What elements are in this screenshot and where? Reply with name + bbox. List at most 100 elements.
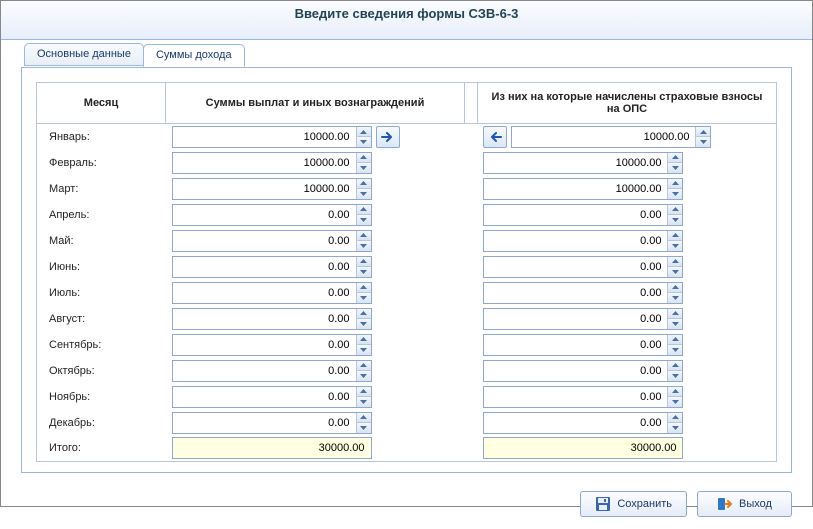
spin-up[interactable] (357, 309, 371, 320)
spin-up[interactable] (357, 153, 371, 164)
insurance-input[interactable] (484, 231, 667, 251)
payments-input[interactable] (173, 413, 356, 433)
spin-down[interactable] (357, 319, 371, 329)
spin-down[interactable] (357, 293, 371, 303)
insurance-input[interactable] (484, 257, 667, 277)
insurance-input[interactable] (484, 153, 667, 173)
insurance-input[interactable] (484, 179, 667, 199)
payments-input[interactable] (173, 283, 356, 303)
copy-right-button[interactable] (376, 126, 400, 148)
spin-down[interactable] (668, 293, 682, 303)
total-label: Итого: (37, 436, 166, 462)
spin-down[interactable] (668, 397, 682, 407)
copy-left-button[interactable] (483, 126, 507, 148)
spin-up[interactable] (668, 361, 682, 372)
spin-down[interactable] (668, 215, 682, 225)
spin-up[interactable] (668, 335, 682, 346)
spin-up[interactable] (357, 361, 371, 372)
tab-main-data[interactable]: Основные данные (24, 43, 144, 66)
spin-up[interactable] (357, 283, 371, 294)
save-button[interactable]: Сохранить (580, 491, 687, 517)
spin-up[interactable] (696, 127, 710, 138)
insurance-input[interactable] (484, 205, 667, 225)
payments-input[interactable] (173, 257, 356, 277)
arrow-left-icon (488, 132, 502, 142)
spin-down[interactable] (668, 241, 682, 251)
income-table: Месяц Суммы выплат и иных вознаграждений… (36, 82, 777, 462)
spin-down[interactable] (357, 189, 371, 199)
spin-up[interactable] (357, 335, 371, 346)
spin-up[interactable] (668, 387, 682, 398)
payments-cell (166, 150, 465, 176)
spinner-buttons (667, 283, 682, 303)
spin-down[interactable] (668, 423, 682, 433)
spin-up[interactable] (357, 179, 371, 190)
spin-down[interactable] (357, 267, 371, 277)
insurance-input[interactable] (484, 361, 667, 381)
tab-sums-label: Суммы дохода (156, 49, 232, 61)
spin-down[interactable] (357, 241, 371, 251)
spin-down[interactable] (357, 371, 371, 381)
payments-input[interactable] (173, 205, 356, 225)
spin-down[interactable] (696, 137, 710, 147)
spin-up[interactable] (357, 257, 371, 268)
spin-up[interactable] (357, 413, 371, 424)
insurance-input[interactable] (512, 127, 695, 147)
spin-down[interactable] (357, 215, 371, 225)
spin-down[interactable] (357, 163, 371, 173)
spin-down[interactable] (357, 397, 371, 407)
month-label: Июнь: (37, 254, 166, 280)
spin-down[interactable] (668, 371, 682, 381)
header-divider (464, 83, 477, 124)
spin-up[interactable] (668, 231, 682, 242)
payments-spinner (172, 152, 372, 174)
month-label: Май: (37, 228, 166, 254)
payments-cell (166, 384, 465, 410)
spinner-buttons (667, 231, 682, 251)
payments-input[interactable] (173, 387, 356, 407)
insurance-input[interactable] (484, 413, 667, 433)
spin-up[interactable] (668, 179, 682, 190)
payments-input[interactable] (173, 153, 356, 173)
spin-up[interactable] (668, 283, 682, 294)
spin-up[interactable] (668, 413, 682, 424)
table-row: Апрель: (37, 202, 777, 228)
payments-input[interactable] (173, 309, 356, 329)
table-row: Январь: (37, 124, 777, 150)
table-row: Июль: (37, 280, 777, 306)
spin-up[interactable] (668, 205, 682, 216)
spinner-buttons (356, 179, 371, 199)
insurance-input[interactable] (484, 335, 667, 355)
payments-input[interactable] (173, 127, 356, 147)
payments-input[interactable] (173, 179, 356, 199)
insurance-input[interactable] (484, 387, 667, 407)
exit-button[interactable]: Выход (697, 491, 792, 517)
spin-down[interactable] (357, 423, 371, 433)
divider (464, 228, 477, 254)
payments-input[interactable] (173, 231, 356, 251)
divider (464, 254, 477, 280)
spin-down[interactable] (357, 137, 371, 147)
payments-input[interactable] (173, 361, 356, 381)
spinner-buttons (356, 335, 371, 355)
spin-up[interactable] (668, 153, 682, 164)
spin-down[interactable] (357, 345, 371, 355)
spin-down[interactable] (668, 189, 682, 199)
payments-input[interactable] (173, 335, 356, 355)
payments-cell (166, 124, 465, 150)
spin-up[interactable] (357, 387, 371, 398)
spin-down[interactable] (668, 345, 682, 355)
insurance-input[interactable] (484, 283, 667, 303)
tab-income-sums[interactable]: Суммы дохода (143, 44, 245, 67)
spin-up[interactable] (668, 257, 682, 268)
spin-down[interactable] (668, 267, 682, 277)
spin-up[interactable] (357, 231, 371, 242)
spin-up[interactable] (357, 205, 371, 216)
insurance-input[interactable] (484, 309, 667, 329)
spin-down[interactable] (668, 163, 682, 173)
spin-up[interactable] (668, 309, 682, 320)
spin-up[interactable] (357, 127, 371, 138)
spin-down[interactable] (668, 319, 682, 329)
payments-spinner (172, 178, 372, 200)
insurance-cell (477, 124, 776, 150)
